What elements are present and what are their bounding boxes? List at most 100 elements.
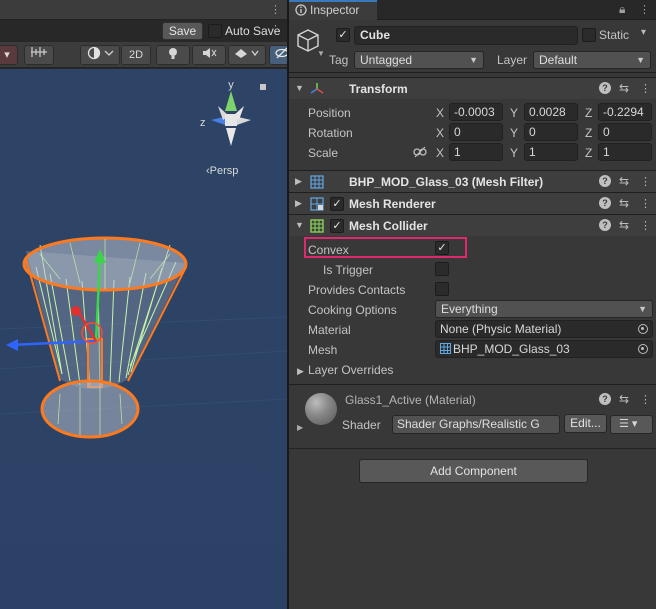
mesh-renderer-header[interactable]: ▶ ✓ Mesh Renderer ? ⇆ ⋮: [289, 192, 656, 214]
mode-2d-button[interactable]: 2D: [121, 45, 151, 65]
cooking-options-value: Everything: [441, 302, 498, 316]
help-icon[interactable]: ?: [599, 175, 611, 187]
component-menu-icon[interactable]: ⋮: [640, 82, 651, 95]
persp-label[interactable]: ‹Persp: [206, 165, 238, 177]
tag-label: Tag: [329, 53, 349, 67]
mesh-collider-title: Mesh Collider: [349, 219, 428, 233]
rotation-label[interactable]: Rotation: [308, 126, 353, 140]
scene-options-icon[interactable]: ⋮: [270, 23, 281, 36]
save-button[interactable]: Save: [162, 22, 203, 40]
axis-y-label[interactable]: Y: [510, 106, 518, 120]
transform-header[interactable]: ▼ Transform ? ⇆ ⋮: [289, 77, 656, 99]
preset-icon[interactable]: ⇆: [619, 392, 629, 406]
scale-y-field[interactable]: 1: [524, 143, 578, 161]
cooking-options-label[interactable]: Cooking Options: [308, 303, 397, 317]
mesh-field[interactable]: BHP_MOD_Glass_03: [435, 340, 653, 358]
material-preview[interactable]: [305, 393, 337, 425]
mesh-renderer-enabled-checkbox[interactable]: ✓: [330, 197, 344, 211]
fold-right-icon[interactable]: ▶: [295, 198, 302, 209]
lighting-toggle-icon[interactable]: [156, 45, 190, 65]
component-menu-icon[interactable]: ⋮: [640, 175, 651, 188]
provides-contacts-label[interactable]: Provides Contacts: [308, 283, 405, 297]
layer-overrides-label[interactable]: Layer Overrides: [308, 363, 393, 377]
physic-material-field[interactable]: None (Physic Material): [435, 320, 653, 338]
scene-more-icon[interactable]: ⋮: [270, 3, 281, 16]
help-icon[interactable]: ?: [599, 393, 611, 405]
component-menu-icon[interactable]: ⋮: [640, 197, 651, 210]
mesh-collider-header[interactable]: ▼ ✓ Mesh Collider ? ⇆ ⋮: [289, 214, 656, 236]
axis-x-label[interactable]: X: [436, 106, 444, 120]
inspector-more-icon[interactable]: ⋮: [639, 3, 650, 16]
component-menu-icon[interactable]: ⋮: [640, 393, 651, 406]
axis-y-label[interactable]: Y: [510, 126, 518, 140]
add-component-button[interactable]: Add Component: [359, 459, 588, 483]
fold-right-icon[interactable]: ▶: [295, 176, 302, 187]
chevron-down-icon: ▼: [469, 55, 478, 65]
icon-dropdown-icon[interactable]: ▼: [317, 49, 325, 58]
layer-dropdown[interactable]: Default ▼: [533, 51, 651, 69]
rotation-x-field[interactable]: 0: [449, 123, 503, 141]
is-trigger-checkbox[interactable]: [435, 262, 449, 276]
object-picker-icon[interactable]: [638, 324, 648, 334]
preset-icon[interactable]: ⇆: [619, 81, 629, 95]
axis-x-label[interactable]: X: [436, 146, 444, 160]
preset-icon[interactable]: ⇆: [619, 196, 629, 210]
static-dropdown-icon[interactable]: ▾: [641, 27, 646, 38]
help-icon[interactable]: ?: [599, 197, 611, 209]
help-icon[interactable]: ?: [599, 82, 611, 94]
cooking-options-dropdown[interactable]: Everything ▼: [435, 300, 653, 318]
mesh-label[interactable]: Mesh: [308, 343, 337, 357]
help-icon[interactable]: ?: [599, 219, 611, 231]
hidden-objects-toggle-icon[interactable]: [269, 45, 287, 65]
mesh-filter-header[interactable]: ▶ BHP_MOD_Glass_03 (Mesh Filter) ? ⇆ ⋮: [289, 170, 656, 192]
gameobject-name-field[interactable]: Cube: [354, 26, 578, 45]
tag-dropdown[interactable]: Untagged ▼: [354, 51, 484, 69]
mesh-collider-enabled-checkbox[interactable]: ✓: [330, 219, 344, 233]
position-y-field[interactable]: 0.0028: [524, 103, 578, 121]
fold-right-icon[interactable]: ▶: [297, 366, 304, 377]
axis-z-label[interactable]: Z: [585, 146, 592, 160]
tab-inspector[interactable]: Inspector: [289, 0, 377, 20]
is-trigger-label[interactable]: Is Trigger: [323, 263, 373, 277]
tag-value: Untagged: [360, 53, 413, 67]
fold-down-icon[interactable]: ▼: [295, 220, 304, 230]
layer-value: Default: [539, 53, 578, 67]
fold-right-icon[interactable]: ▶: [297, 423, 303, 432]
scale-label[interactable]: Scale: [308, 146, 338, 160]
audio-toggle-icon[interactable]: [192, 45, 226, 65]
axis-y-label[interactable]: Y: [510, 146, 518, 160]
axis-z-label[interactable]: Z: [585, 106, 592, 120]
component-menu-icon[interactable]: ⋮: [640, 219, 651, 232]
active-checkbox[interactable]: ✓: [336, 28, 350, 42]
shader-list-button[interactable]: ☰ ▾: [610, 415, 653, 434]
shader-dropdown[interactable]: Shader Graphs/Realistic G: [392, 415, 560, 434]
gizmo-y-label: y: [228, 79, 234, 91]
draw-mode-dropdown[interactable]: ▾: [0, 45, 18, 65]
lock-icon[interactable]: 🔒︎: [619, 2, 625, 17]
constrain-proportions-icon[interactable]: [413, 146, 427, 158]
shading-mode-icon[interactable]: [80, 45, 120, 65]
scale-x-field[interactable]: 1: [449, 143, 503, 161]
static-checkbox[interactable]: [582, 28, 596, 42]
rotation-z-field[interactable]: 0: [598, 123, 652, 141]
material-label[interactable]: Material: [308, 323, 351, 337]
orientation-gizmo[interactable]: y z: [196, 76, 266, 152]
object-picker-icon[interactable]: [638, 344, 648, 354]
fold-down-icon[interactable]: ▼: [295, 83, 304, 93]
position-x-field[interactable]: -0.0003: [449, 103, 503, 121]
autosave-checkbox[interactable]: [208, 24, 222, 38]
grid-snap-icon[interactable]: [24, 45, 54, 65]
axis-z-label[interactable]: Z: [585, 126, 592, 140]
position-label[interactable]: Position: [308, 106, 351, 120]
axis-x-label[interactable]: X: [436, 126, 444, 140]
rotation-y-field[interactable]: 0: [524, 123, 578, 141]
preset-icon[interactable]: ⇆: [619, 174, 629, 188]
effects-toggle-icon[interactable]: [228, 45, 266, 65]
provides-contacts-checkbox[interactable]: [435, 282, 449, 296]
scale-z-field[interactable]: 1: [598, 143, 652, 161]
preset-icon[interactable]: ⇆: [619, 218, 629, 232]
edit-shader-button[interactable]: Edit...: [564, 414, 607, 433]
mesh-renderer-title: Mesh Renderer: [349, 197, 436, 211]
transform-icon: [310, 83, 324, 94]
position-z-field[interactable]: -0.2294: [598, 103, 652, 121]
